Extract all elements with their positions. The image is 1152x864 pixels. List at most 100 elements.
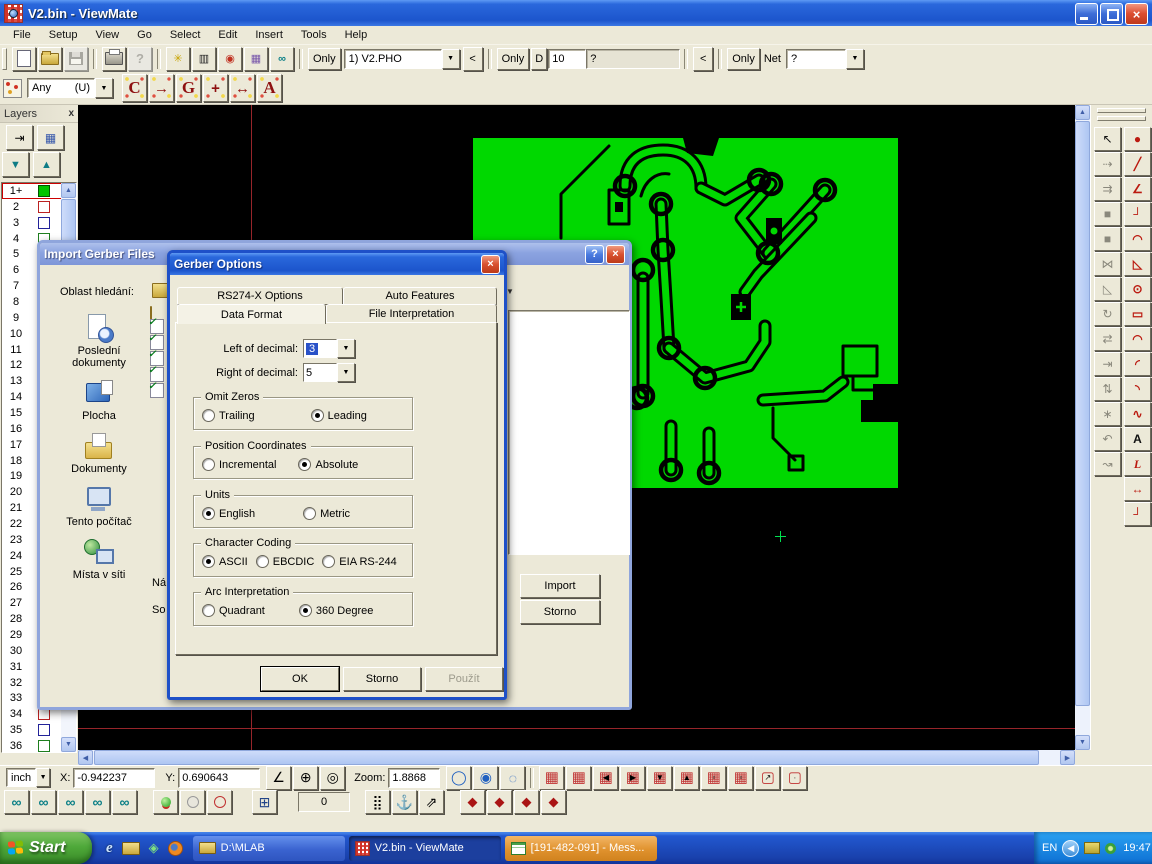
selected-files-list[interactable] — [508, 310, 630, 555]
edit-tool-button[interactable]: ■ — [1094, 227, 1121, 251]
layer-color-swatch[interactable] — [38, 217, 50, 229]
layers-scroll-down-icon[interactable]: ▼ — [61, 737, 76, 752]
aperture-tool-button[interactable]: + — [203, 74, 228, 102]
menu-item[interactable]: Setup — [40, 27, 87, 43]
place-item[interactable]: Plocha — [53, 378, 145, 422]
view-toggle-button[interactable]: ✳ — [166, 47, 190, 71]
grid-tool-button[interactable]: ▦ ▶ — [620, 766, 645, 790]
view-toggle-button[interactable]: ▥ — [192, 47, 216, 71]
net-combo[interactable]: ? ▼ — [786, 49, 864, 69]
right-of-decimal-combo[interactable]: 5 ▼ — [303, 363, 355, 382]
firefox-icon[interactable] — [168, 841, 183, 856]
unit-combo[interactable]: inch ▼ — [6, 768, 50, 787]
grid-tool-button[interactable]: ▢ ∙ — [782, 766, 807, 790]
edit-tool-button[interactable]: ⇥ — [1094, 352, 1121, 376]
view-mode-button[interactable]: ∞ — [58, 790, 83, 814]
dcode-input[interactable]: 10 — [548, 49, 586, 69]
anchor-button[interactable]: ⚓ — [392, 790, 417, 814]
gerber-dialog-titlebar[interactable]: Gerber Options × — [170, 253, 504, 275]
combo-arrow-icon[interactable]: ▼ — [36, 768, 50, 787]
taskbar-task-button[interactable]: D:\MLAB — [193, 836, 345, 861]
zoom-field[interactable]: 1.8868 — [388, 768, 440, 788]
highlight-mode-button[interactable] — [180, 790, 205, 814]
view-mode-button[interactable]: ∞ — [85, 790, 110, 814]
edit-tool-button[interactable]: ↝ — [1094, 452, 1121, 476]
scroll-left-icon[interactable]: ◀ — [78, 750, 93, 765]
vertical-scrollbar[interactable]: ▲ ▼ — [1075, 105, 1090, 750]
dcode-button[interactable]: D — [531, 48, 547, 70]
draw-tool-button[interactable]: ╱ — [1124, 152, 1151, 176]
place-item[interactable]: Místa v síti — [53, 537, 145, 581]
tab-data-format[interactable]: Data Format — [177, 304, 326, 324]
combo-arrow-icon[interactable]: ▼ — [846, 49, 864, 69]
apply-button[interactable]: Použít — [425, 667, 503, 691]
draw-tool-button[interactable]: ┘ — [1124, 502, 1151, 526]
edit-tool-button[interactable]: ■ — [1094, 202, 1121, 226]
only-net-button[interactable]: Only — [727, 48, 760, 70]
layers-close-icon[interactable]: x — [68, 108, 74, 119]
ie-icon[interactable]: e — [106, 840, 113, 857]
pad-display-button[interactable]: ◆ — [487, 790, 512, 814]
look-in-combo-arrow-icon[interactable]: ▼ — [506, 287, 514, 296]
layer-film-button[interactable]: ▦ — [37, 125, 64, 150]
edit-tool-button[interactable]: ∗ — [1094, 402, 1121, 426]
grid-tool-button[interactable]: ▦ ▫ — [728, 766, 753, 790]
layer-color-swatch[interactable] — [38, 740, 50, 752]
aperture-tool-button[interactable]: → — [149, 74, 174, 102]
save-file-button[interactable] — [64, 47, 88, 71]
draw-tool-button[interactable]: ◺ — [1124, 252, 1151, 276]
menu-item[interactable]: File — [4, 27, 40, 43]
radio-quadrant[interactable]: Quadrant — [202, 604, 265, 617]
layer-color-swatch[interactable] — [38, 185, 50, 197]
draw-tool-button[interactable]: ▭ — [1124, 302, 1151, 326]
layer-file-combo[interactable]: 1) V2.PHO ▼ — [344, 49, 460, 69]
edit-tool-button[interactable]: ↖ — [1094, 127, 1121, 151]
grid-tool-button[interactable]: ▦ ◀ — [593, 766, 618, 790]
tab-auto-features[interactable]: Auto Features — [343, 287, 497, 305]
edit-tool-button[interactable]: ⇢ — [1094, 152, 1121, 176]
new-file-button[interactable] — [12, 47, 36, 71]
print-button[interactable] — [102, 47, 126, 71]
grid-tool-button[interactable]: ▢ ↗ — [755, 766, 780, 790]
radio-metric[interactable]: Metric — [303, 507, 350, 520]
grid-tool-button[interactable]: ▦ ▼ — [647, 766, 672, 790]
grid-tool-button[interactable]: ▦ — [566, 766, 591, 790]
view-toggle-button[interactable]: ▦ — [244, 47, 268, 71]
tray-collapse-icon[interactable]: ◀ — [1062, 840, 1079, 857]
aperture-tool-button[interactable]: ↔ — [230, 74, 255, 102]
app-shortcut-icon[interactable]: ◈ — [149, 840, 159, 856]
gerber-dialog-close-button[interactable]: × — [481, 255, 500, 274]
restore-button[interactable] — [1100, 3, 1123, 25]
draw-tool-button[interactable]: ● — [1124, 127, 1151, 151]
radio-absolute[interactable]: Absolute — [298, 458, 358, 471]
zoom-tool-button[interactable]: ◉ — [473, 766, 498, 790]
edit-tool-button[interactable]: ⇅ — [1094, 377, 1121, 401]
close-button[interactable]: × — [1125, 3, 1148, 25]
view-toggle-button[interactable]: ◉ — [218, 47, 242, 71]
combo-arrow-icon[interactable]: ▼ — [95, 78, 113, 98]
draw-tool-button[interactable]: ⊙ — [1124, 277, 1151, 301]
view-mode-button[interactable]: ∞ — [112, 790, 137, 814]
move-button[interactable]: ⇗ — [419, 790, 444, 814]
radio-360-degree[interactable]: 360 Degree — [299, 604, 374, 617]
x-coordinate-field[interactable]: -0.942237 — [73, 768, 155, 788]
edit-tool-button[interactable]: ◺ — [1094, 277, 1121, 301]
draw-tool-button[interactable]: ∠ — [1124, 177, 1151, 201]
import-button[interactable]: Import — [520, 574, 600, 598]
only-layer-button[interactable]: Only — [308, 48, 341, 70]
edit-tool-button[interactable]: ⋈ — [1094, 252, 1121, 276]
layer-move-down-button[interactable]: ▼ — [2, 152, 29, 177]
scroll-right-icon[interactable]: ▶ — [1060, 750, 1075, 765]
draw-tool-button[interactable]: ◜ — [1124, 352, 1151, 376]
pad-display-button[interactable]: ◆ — [514, 790, 539, 814]
place-item[interactable]: Poslední dokumenty — [53, 313, 145, 369]
explorer-icon[interactable] — [122, 842, 140, 855]
import-dialog-close-button[interactable]: × — [606, 245, 625, 264]
tab-rs274x[interactable]: RS274-X Options — [177, 287, 343, 305]
prev-layer-button[interactable]: < — [463, 47, 483, 71]
radio-leading[interactable]: Leading — [311, 409, 367, 422]
menu-item[interactable]: Help — [336, 27, 377, 43]
radio-english[interactable]: English — [202, 507, 255, 520]
aperture-dots-icon[interactable] — [3, 79, 22, 98]
language-indicator[interactable]: EN — [1042, 842, 1057, 854]
